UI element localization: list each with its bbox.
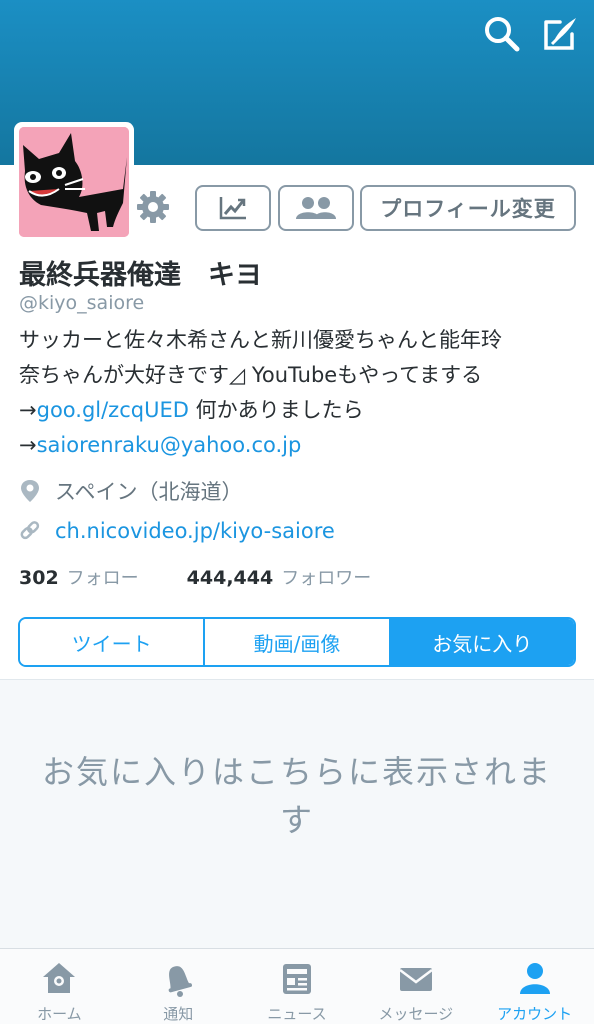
search-icon[interactable] [482, 14, 522, 54]
analytics-button[interactable] [195, 185, 271, 231]
followers-count[interactable]: 444,444 [187, 567, 274, 589]
profile-bio: サッカーと佐々木希さんと新川優愛ちゃんと能年玲 奈ちゃんが大好きです◿ YouT… [19, 323, 579, 463]
bio-line-4: →saiorenraku@yahoo.co.jp [19, 428, 579, 463]
tabbar-news[interactable]: ニュース [238, 949, 357, 1024]
compose-tweet-icon[interactable] [540, 14, 580, 54]
settings-gear-icon[interactable] [136, 190, 170, 224]
tabbar-notifications[interactable]: 通知 [119, 949, 238, 1024]
favorites-empty-state: お気に入りはこちらに表示されます [0, 679, 594, 949]
bottom-tab-bar: ホーム 通知 ニュース メッセージ アカウント [0, 948, 594, 1024]
user-handle: @kiyo_saiore [19, 292, 145, 314]
bio-line-2: 奈ちゃんが大好きです◿ YouTubeもやってまする [19, 363, 483, 387]
avatar[interactable] [14, 122, 134, 242]
person-icon [519, 963, 550, 994]
bio-arrow: → [19, 398, 37, 422]
lists-members-button[interactable] [278, 185, 354, 231]
tab-tweets[interactable]: ツイート [20, 619, 206, 665]
tabbar-messages-label: メッセージ [378, 1005, 454, 1023]
tabbar-account[interactable]: アカウント [475, 949, 594, 1024]
bio-line-1: サッカーと佐々木希さんと新川優愛ちゃんと能年玲 [19, 328, 502, 352]
people-icon [296, 197, 336, 219]
envelope-icon [399, 968, 433, 991]
location-pin-icon [21, 480, 39, 502]
bio-text-contact: 何かありましたら [188, 398, 364, 422]
website-link[interactable]: ch.nicovideo.jp/kiyo-saiore [55, 519, 335, 543]
edit-profile-button[interactable]: プロフィール変更 [360, 185, 576, 231]
tabbar-home-label: ホーム [37, 1005, 82, 1023]
display-name: 最終兵器俺達 キヨ [19, 260, 262, 291]
link-icon [20, 521, 40, 540]
following-label[interactable]: フォロー [67, 564, 139, 590]
profile-location: スペイン（北海道） [19, 476, 243, 506]
bio-link-goo[interactable]: goo.gl/zcqUED [37, 398, 189, 422]
avatar-image [19, 127, 129, 237]
tabbar-account-label: アカウント [497, 1005, 573, 1023]
home-icon [43, 963, 76, 993]
profile-website[interactable]: ch.nicovideo.jp/kiyo-saiore [19, 516, 335, 546]
news-icon [282, 964, 311, 994]
bio-link-email[interactable]: saiorenraku@yahoo.co.jp [37, 433, 302, 457]
follow-stats: 302 フォロー 444,444 フォロワー [19, 564, 371, 592]
profile-timeline-tabs: ツイート 動画/画像 お気に入り [18, 617, 576, 667]
location-text: スペイン（北海道） [55, 480, 243, 504]
tab-media[interactable]: 動画/画像 [205, 619, 391, 665]
tab-favorites[interactable]: お気に入り [390, 619, 574, 665]
tabbar-notifications-label: 通知 [163, 1005, 194, 1023]
black-cat-drawing [19, 127, 129, 237]
bio-line-3: →goo.gl/zcqUED 何かありましたら [19, 393, 579, 428]
tabbar-messages[interactable]: メッセージ [356, 949, 475, 1024]
analytics-chart-icon [219, 197, 246, 220]
tabbar-home[interactable]: ホーム [0, 949, 119, 1024]
bell-icon [168, 966, 193, 997]
empty-state-message: お気に入りはこちらに表示されます [41, 753, 552, 839]
tabbar-news-label: ニュース [267, 1005, 327, 1023]
bio-arrow: → [19, 433, 37, 457]
followers-label[interactable]: フォロワー [281, 564, 371, 590]
following-count[interactable]: 302 [19, 567, 59, 589]
